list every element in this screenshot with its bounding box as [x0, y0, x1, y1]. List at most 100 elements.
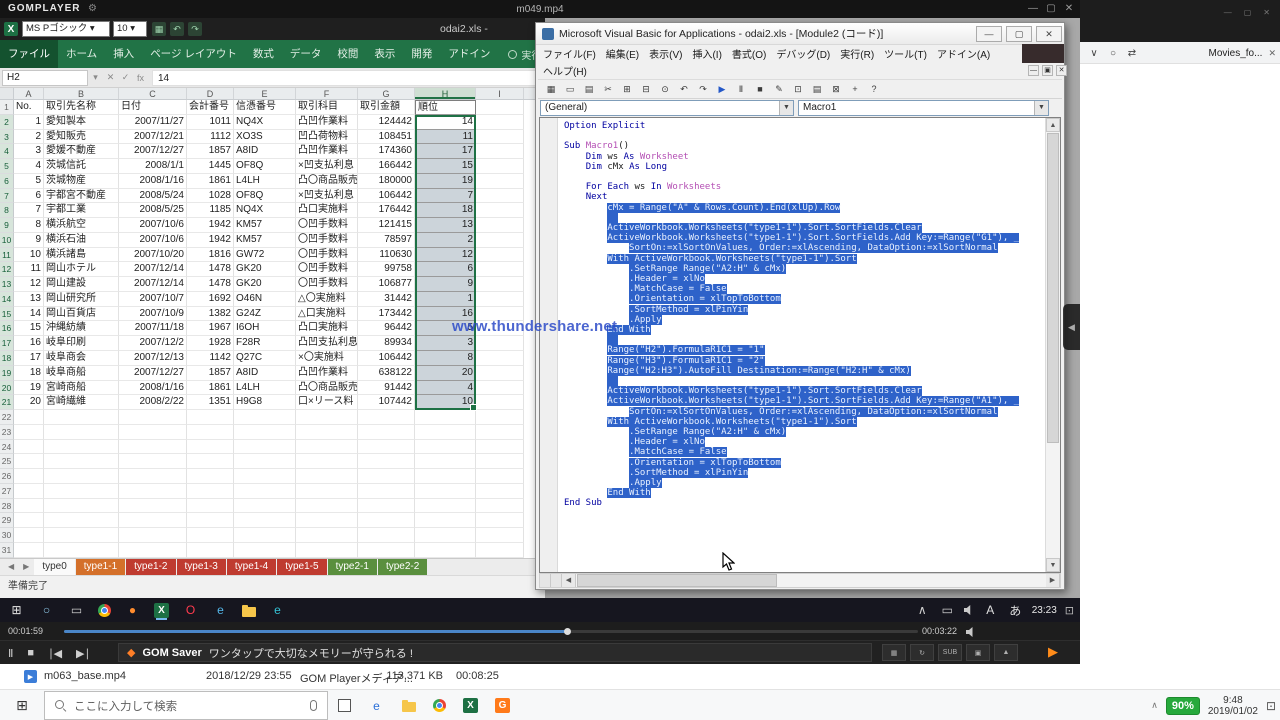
opera-icon[interactable]: O: [182, 602, 199, 619]
cell[interactable]: 13: [14, 292, 44, 307]
cell[interactable]: [415, 425, 476, 440]
redo-icon[interactable]: ↷: [188, 22, 202, 36]
cell[interactable]: 8: [415, 351, 476, 366]
seek-knob[interactable]: [564, 628, 571, 635]
cell[interactable]: 愛知製本: [44, 115, 119, 130]
cell[interactable]: 岐阜商会: [44, 351, 119, 366]
excel-icon[interactable]: X: [463, 698, 478, 713]
cell[interactable]: XO3S: [234, 130, 296, 145]
row-header-25[interactable]: 25: [0, 454, 14, 469]
cell[interactable]: 20: [14, 395, 44, 410]
row-header-8[interactable]: 8: [0, 203, 14, 218]
cell[interactable]: [14, 469, 44, 484]
cell[interactable]: 17: [14, 351, 44, 366]
cancel-icon[interactable]: ✕: [103, 72, 118, 83]
cell[interactable]: [476, 543, 524, 558]
menu-item-5[interactable]: デバッグ(D): [771, 47, 835, 62]
cell[interactable]: [476, 366, 524, 381]
cell[interactable]: [187, 454, 234, 469]
sheet-tab-type1-4[interactable]: type1-4: [227, 559, 276, 575]
cell[interactable]: 16: [14, 336, 44, 351]
cell[interactable]: 1: [14, 115, 44, 130]
cell[interactable]: 〇凹手数料: [296, 277, 358, 292]
cell[interactable]: [234, 469, 296, 484]
cell[interactable]: [476, 381, 524, 396]
ribbon-tab-8[interactable]: 開発: [403, 40, 440, 68]
cell[interactable]: [476, 469, 524, 484]
formula-input[interactable]: 14: [152, 70, 543, 86]
cell[interactable]: 日付: [119, 100, 187, 115]
menu-item-1[interactable]: 編集(E): [601, 47, 644, 62]
row-header-30[interactable]: 30: [0, 528, 14, 543]
cell[interactable]: 1028: [187, 189, 234, 204]
cell[interactable]: 2008/2/22: [119, 395, 187, 410]
ribbon-tab-3[interactable]: ページ レイアウト: [142, 40, 245, 68]
cell[interactable]: 〇凹手数料: [296, 262, 358, 277]
cell[interactable]: [119, 528, 187, 543]
cell[interactable]: 14: [14, 307, 44, 322]
firefox-icon[interactable]: ●: [124, 602, 141, 619]
row-header-26[interactable]: 26: [0, 469, 14, 484]
cell[interactable]: [119, 440, 187, 455]
cell[interactable]: 沖縄紡績: [44, 321, 119, 336]
cell[interactable]: 3: [415, 336, 476, 351]
cell[interactable]: [119, 499, 187, 514]
cell[interactable]: [476, 425, 524, 440]
cell[interactable]: 宇都宮不動産: [44, 189, 119, 204]
cell[interactable]: [476, 218, 524, 233]
task-view-icon[interactable]: [338, 699, 351, 712]
menu-item-3[interactable]: 挿入(I): [687, 47, 726, 62]
cell[interactable]: GK20: [234, 277, 296, 292]
cell[interactable]: 2008/1/1: [119, 159, 187, 174]
cell[interactable]: [476, 248, 524, 263]
cell[interactable]: [234, 499, 296, 514]
cell[interactable]: [187, 469, 234, 484]
file-name[interactable]: m063_base.mp4: [44, 670, 126, 682]
sheet-tab-type0[interactable]: type0: [34, 559, 74, 575]
cell[interactable]: 茨城物産: [44, 174, 119, 189]
playlist-toggle-button[interactable]: ▶: [1048, 644, 1058, 660]
cell[interactable]: [44, 410, 119, 425]
cell[interactable]: [44, 425, 119, 440]
ribbon-tab-4[interactable]: 数式: [245, 40, 282, 68]
cell[interactable]: 凸凹作業料: [296, 144, 358, 159]
vba-code[interactable]: Option ExplicitSub Macro1() Dim ws As Wo…: [564, 121, 1044, 572]
cell[interactable]: 106877: [358, 277, 415, 292]
object-dropdown[interactable]: (General)▼: [540, 100, 794, 116]
cell[interactable]: [187, 513, 234, 528]
ribbon-tab-7[interactable]: 表示: [366, 40, 403, 68]
start-button[interactable]: ⊞: [0, 690, 44, 720]
design-mode-icon[interactable]: ✎: [770, 81, 788, 97]
cell[interactable]: 2007/12/27: [119, 144, 187, 159]
cell[interactable]: [476, 277, 524, 292]
split-handle[interactable]: [551, 574, 562, 587]
cell[interactable]: [415, 543, 476, 558]
undo-icon[interactable]: ↶: [675, 81, 693, 97]
column-header-F[interactable]: F: [296, 88, 358, 99]
ribbon-tab-5[interactable]: データ: [282, 40, 330, 68]
speaker-icon[interactable]: [966, 627, 976, 637]
cell[interactable]: 176442: [358, 203, 415, 218]
properties-icon[interactable]: ▤: [808, 81, 826, 97]
search-icon[interactable]: ○: [38, 602, 55, 619]
row-header-12[interactable]: 12: [0, 262, 14, 277]
cell[interactable]: 2007/11/27: [119, 115, 187, 130]
cell[interactable]: 取引先名称: [44, 100, 119, 115]
cell[interactable]: 宇都工業: [44, 203, 119, 218]
prev-button[interactable]: ∣◀: [48, 647, 62, 660]
cell[interactable]: [358, 484, 415, 499]
cell[interactable]: [296, 440, 358, 455]
scroll-right-icon[interactable]: ▶: [1046, 574, 1060, 587]
column-header-C[interactable]: C: [119, 88, 187, 99]
code-pane[interactable]: Option ExplicitSub Macro1() Dim ws As Wo…: [539, 117, 1061, 573]
cell[interactable]: 岡山百貨店: [44, 307, 119, 322]
display-icon[interactable]: ▭: [939, 602, 956, 619]
chevron-down-icon[interactable]: ∨: [1088, 48, 1100, 59]
refresh-icon[interactable]: ○: [1107, 48, 1119, 59]
sheet-tab-type1-5[interactable]: type1-5: [277, 559, 326, 575]
subtitle-button[interactable]: SUB: [938, 644, 962, 661]
cell[interactable]: ×〇実施料: [296, 351, 358, 366]
cell[interactable]: L4LH: [234, 174, 296, 189]
cell[interactable]: 1942: [187, 233, 234, 248]
cell[interactable]: [296, 543, 358, 558]
